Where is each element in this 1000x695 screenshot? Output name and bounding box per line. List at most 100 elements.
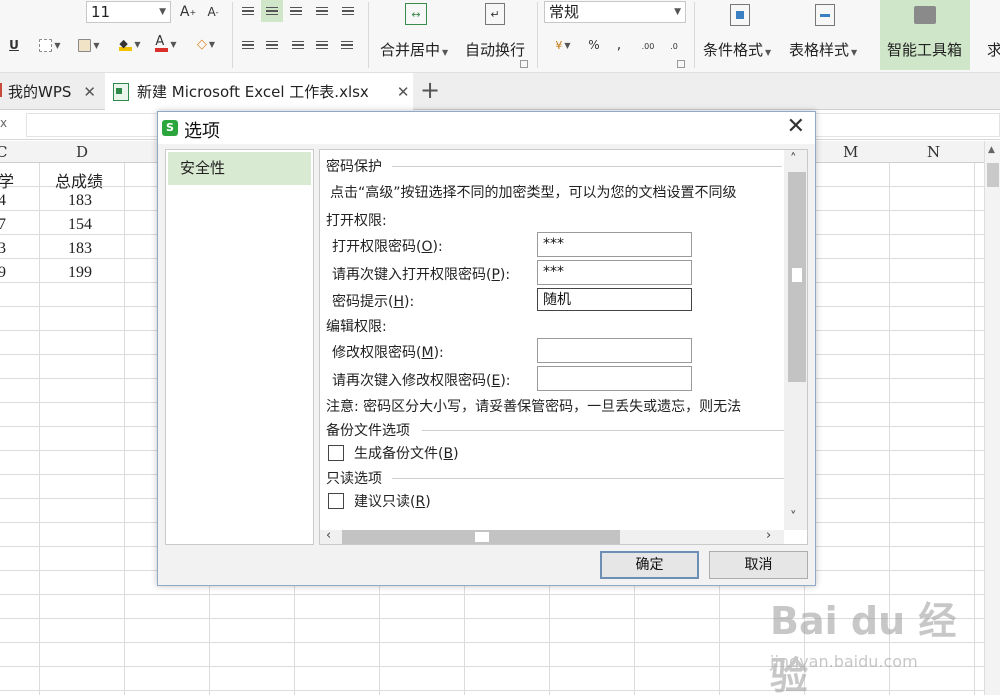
- indent-increase-icon[interactable]: [340, 4, 356, 18]
- password-hint-field[interactable]: 随机: [537, 288, 692, 311]
- column-header-c[interactable]: C: [0, 143, 7, 161]
- cancel-button[interactable]: 取消: [709, 551, 808, 579]
- font-size-select[interactable]: 11 ▼: [86, 1, 171, 23]
- conditional-format-icon[interactable]: [730, 4, 750, 26]
- cell-d1[interactable]: 总成绩: [55, 168, 103, 192]
- cell-d2[interactable]: 183: [68, 192, 92, 210]
- clear-format-icon[interactable]: ◇ ▼: [190, 34, 222, 54]
- cell-c2[interactable]: 4: [0, 192, 6, 210]
- panel-horizontal-scrollbar[interactable]: ‹ ›: [320, 528, 784, 544]
- modify-password-confirm-field[interactable]: [537, 366, 692, 391]
- fill-color-icon[interactable]: ◆ ▼: [114, 34, 146, 54]
- open-password-confirm-field[interactable]: ***: [537, 260, 692, 285]
- table-style-button[interactable]: 表格样式 ▼: [789, 39, 857, 60]
- sheet-vertical-scrollbar[interactable]: ▲: [984, 141, 1000, 695]
- indent-decrease-icon[interactable]: [314, 4, 330, 18]
- align-right-icon[interactable]: [290, 38, 306, 52]
- section-edit-permission: 编辑权限:: [326, 319, 387, 335]
- panel-vertical-scrollbar[interactable]: ˄ ˅: [784, 150, 807, 530]
- chevron-right-icon[interactable]: ›: [766, 528, 771, 543]
- excel-file-icon: [113, 82, 129, 101]
- ok-button[interactable]: 确定: [600, 551, 699, 579]
- modify-password-label: 修改权限密码(M):: [332, 345, 444, 361]
- section-readonly: 只读选项: [326, 471, 382, 487]
- fx-icon[interactable]: x: [0, 116, 7, 130]
- merge-center-button[interactable]: 合并居中 ▼: [380, 39, 448, 60]
- number-dialog-launcher-icon[interactable]: [677, 60, 685, 68]
- increase-decimal-icon[interactable]: .00: [638, 38, 658, 54]
- decrease-decimal-icon[interactable]: .0: [664, 38, 684, 54]
- close-icon[interactable]: ✕: [787, 114, 805, 139]
- column-header-m[interactable]: M: [843, 143, 858, 161]
- scrollbar-grip: [475, 532, 489, 542]
- options-dialog: S 选项 ✕ 安全性 密码保护 点击“高级”按钮选择不同的加密类型，可以为您的文…: [157, 111, 816, 586]
- increase-font-icon[interactable]: A +: [178, 2, 198, 22]
- align-top-icon[interactable]: [240, 4, 256, 18]
- merge-center-icon[interactable]: ↔: [405, 3, 427, 25]
- column-header-d[interactable]: D: [76, 143, 88, 161]
- section-divider: [392, 166, 782, 167]
- chevron-up-icon[interactable]: ▲: [988, 145, 995, 155]
- number-format-select[interactable]: 常规 ▼: [544, 1, 686, 23]
- close-icon[interactable]: ✕: [397, 83, 410, 101]
- cut-off-ribbon-label[interactable]: 求: [987, 39, 1000, 60]
- wrap-text-button[interactable]: 自动换行: [465, 39, 525, 60]
- cell-style-icon[interactable]: ▼: [74, 36, 104, 54]
- sidebar-item-security[interactable]: 安全性: [168, 152, 311, 185]
- cell-c5[interactable]: 9: [0, 264, 6, 282]
- border-icon[interactable]: ▼: [36, 36, 64, 54]
- justify-icon[interactable]: [314, 38, 330, 52]
- readonly-checkbox[interactable]: [328, 493, 344, 509]
- currency-icon[interactable]: ¥ ▼: [550, 36, 576, 54]
- conditional-format-button[interactable]: 条件格式 ▼: [703, 39, 771, 60]
- tab-workbook[interactable]: 新建 Microsoft Excel 工作表.xlsx ✕: [105, 73, 413, 110]
- distribute-icon[interactable]: [338, 38, 356, 52]
- document-tab-bar: 我的WPS ✕ 新建 Microsoft Excel 工作表.xlsx ✕ +: [0, 72, 1000, 110]
- backup-checkbox-label[interactable]: 生成备份文件(B): [354, 443, 459, 463]
- open-password-confirm-label: 请再次键入打开权限密码(P):: [332, 267, 511, 283]
- scrollbar-thumb[interactable]: [987, 163, 999, 187]
- security-panel: 密码保护 点击“高级”按钮选择不同的加密类型，可以为您的文档设置不同级 打开权限…: [319, 149, 808, 545]
- align-middle-icon[interactable]: [261, 0, 283, 22]
- cell-d3[interactable]: 154: [68, 216, 92, 234]
- chevron-up-icon[interactable]: ˄: [790, 152, 797, 167]
- watermark-url: jingyan.baidu.com: [770, 652, 918, 671]
- new-tab-icon[interactable]: +: [420, 76, 440, 104]
- chevron-left-icon[interactable]: ‹: [326, 528, 331, 543]
- password-description: 点击“高级”按钮选择不同的加密类型，可以为您的文档设置不同级: [330, 185, 737, 201]
- chevron-down-icon: ▼: [159, 7, 166, 17]
- readonly-checkbox-label[interactable]: 建议只读(R): [354, 491, 431, 511]
- options-sidebar: 安全性: [165, 149, 314, 545]
- cell-c4[interactable]: 3: [0, 240, 6, 258]
- cell-d4[interactable]: 183: [68, 240, 92, 258]
- align-center-icon[interactable]: [264, 38, 280, 52]
- backup-checkbox[interactable]: [328, 445, 344, 461]
- cell-c1[interactable]: 学: [0, 168, 14, 192]
- scrollbar-grip: [792, 268, 802, 282]
- table-style-icon[interactable]: [815, 4, 835, 26]
- cell-c3[interactable]: 7: [0, 216, 6, 234]
- align-bottom-icon[interactable]: [288, 4, 304, 18]
- table-style-label: 表格样式: [789, 41, 850, 59]
- font-color-icon[interactable]: A ▼: [150, 34, 182, 54]
- wrap-text-label: 自动换行: [465, 41, 526, 59]
- wps-logo-icon: [0, 83, 2, 97]
- thousands-separator-icon[interactable]: ,: [612, 36, 626, 54]
- cell-d5[interactable]: 199: [68, 264, 92, 282]
- wrap-text-icon[interactable]: ↵: [485, 3, 505, 25]
- toolbox-icon: [914, 6, 936, 24]
- column-header-n[interactable]: N: [927, 143, 940, 161]
- percent-icon[interactable]: %: [586, 36, 602, 54]
- decrease-font-icon[interactable]: A-: [203, 2, 223, 22]
- merge-center-label: 合并居中: [380, 41, 441, 59]
- chevron-down-icon[interactable]: ˅: [790, 510, 797, 525]
- tab-label: 新建 Microsoft Excel 工作表.xlsx: [137, 83, 369, 101]
- tab-my-wps[interactable]: 我的WPS ✕: [0, 73, 104, 110]
- smart-toolbox-button[interactable]: 智能工具箱: [880, 0, 970, 70]
- open-password-field[interactable]: ***: [537, 232, 692, 257]
- underline-icon[interactable]: U: [6, 36, 22, 54]
- close-icon[interactable]: ✕: [83, 83, 96, 101]
- alignment-dialog-launcher-icon[interactable]: [520, 60, 528, 68]
- modify-password-field[interactable]: [537, 338, 692, 363]
- align-left-icon[interactable]: [240, 38, 256, 52]
